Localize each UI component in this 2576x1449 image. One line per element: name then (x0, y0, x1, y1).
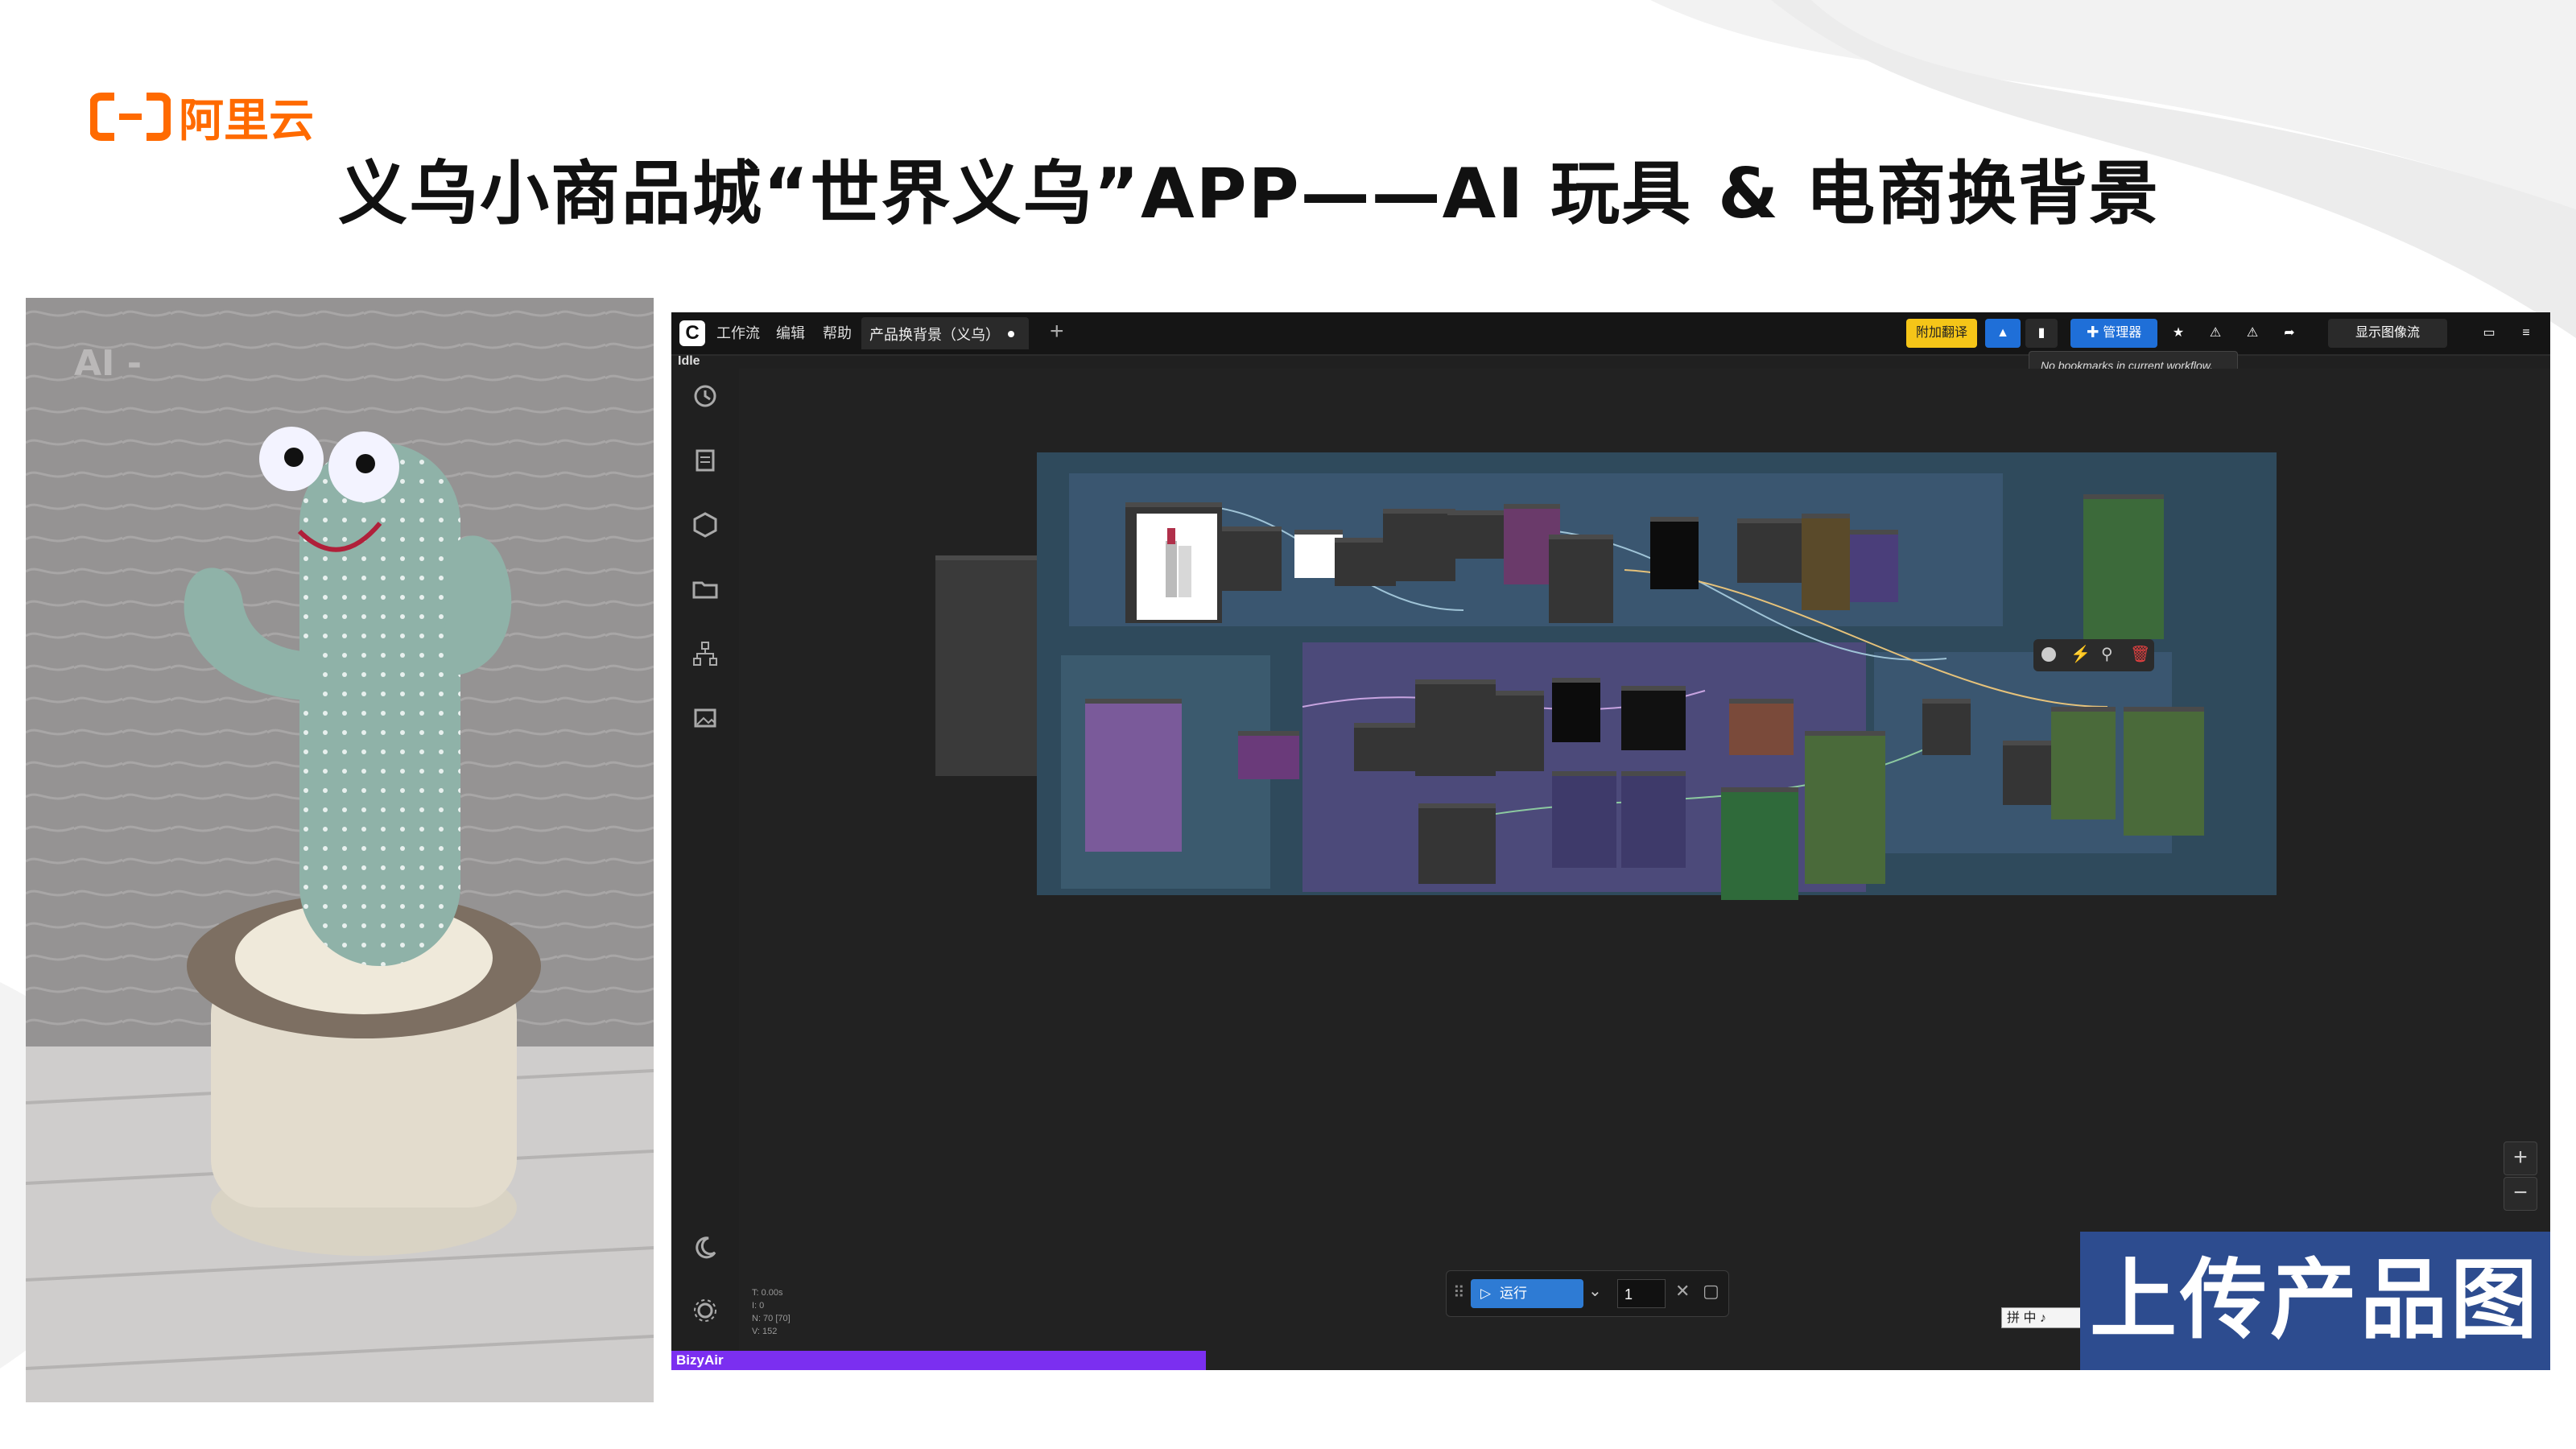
graph-node[interactable] (1447, 510, 1512, 559)
left-sidebar (671, 369, 740, 1370)
add-tab-icon[interactable]: + (1050, 317, 1064, 346)
translate-button[interactable]: 附加翻译 (1906, 319, 1977, 348)
graph-node[interactable] (1621, 771, 1686, 868)
bypass-icon[interactable]: ⚡ (2070, 644, 2091, 664)
canvas-stats: T: 0.00s I: 0 N: 70 [70] V: 152 (752, 1286, 791, 1338)
stat-items: I: 0 (752, 1301, 765, 1311)
color-picker-icon[interactable] (2041, 647, 2056, 662)
drag-handle-icon[interactable]: ⠿ (1453, 1282, 1465, 1302)
share-icon[interactable]: ➦ (2273, 319, 2306, 348)
top-menu-bar: C 工作流 编辑 帮助 产品换背景（义乌） + 附加翻译 ▲ ▮ ✚ 管理器 ★… (671, 312, 2550, 356)
node-wires (1189, 505, 2108, 820)
graph-node[interactable] (1383, 509, 1455, 581)
panel-toggle-icon[interactable]: ▭ (2475, 319, 2504, 348)
graph-node[interactable] (1496, 691, 1544, 771)
lipstick-thumbnail (1137, 514, 1217, 620)
menu-help[interactable]: 帮助 (823, 322, 852, 345)
batch-count-input[interactable]: 1 (1617, 1279, 1666, 1308)
cactus-toy-image (26, 298, 654, 1402)
bizyair-icon[interactable]: ▲ (1985, 319, 2021, 348)
slide-title: 义乌小商品城“世界义乌”APP——AI 玩具 & 电商换背景 (338, 154, 2161, 234)
aliyun-logo-icon (90, 93, 171, 141)
run-mode-chevron-icon[interactable]: ⌄ (1588, 1281, 1602, 1301)
zoom-in-icon[interactable]: + (2504, 1141, 2537, 1175)
node-selection-toolbar: ⚡ ⚲ 🗑 (2033, 639, 2154, 671)
photo-watermark: AI - (74, 343, 142, 384)
play-icon: ▷ (1480, 1286, 1492, 1301)
theme-moon-icon[interactable] (689, 1232, 721, 1264)
result-image-node[interactable] (2124, 707, 2204, 836)
manager-button[interactable]: ✚ 管理器 (2070, 319, 2157, 348)
workflow-tab[interactable]: 产品换背景（义乌） (861, 317, 1029, 349)
preview-image-node[interactable] (1085, 699, 1182, 852)
run-label: 运行 (1500, 1286, 1527, 1301)
app-logo[interactable]: C (679, 320, 705, 346)
graph-node[interactable] (1729, 699, 1794, 755)
stop-icon[interactable]: ▢ (1703, 1281, 1719, 1302)
stat-vertices: V: 152 (752, 1327, 778, 1336)
show-image-flow-button[interactable]: 显示图像流 (2328, 319, 2447, 348)
history-icon[interactable] (689, 380, 721, 412)
manager-label: 管理器 (2103, 326, 2142, 340)
graph-node[interactable] (1922, 699, 1971, 755)
graph-node[interactable] (1222, 526, 1282, 591)
graph-node[interactable] (1721, 787, 1798, 900)
mask-node[interactable] (1621, 686, 1686, 750)
queue-status: Idle (678, 354, 700, 368)
cancel-run-icon[interactable]: ✕ (1675, 1281, 1690, 1302)
node-icon-a[interactable]: ⚠ (2199, 319, 2231, 348)
hamburger-menu-icon[interactable]: ≡ (2512, 319, 2541, 348)
workflow-tab-label: 产品换背景（义乌） (869, 327, 1000, 343)
mask-output-node[interactable] (1650, 517, 1699, 589)
menu-edit[interactable]: 编辑 (776, 322, 805, 345)
graph-node[interactable] (1737, 518, 1810, 583)
stat-time: T: 0.00s (752, 1288, 783, 1298)
queue-icon[interactable] (689, 444, 721, 477)
star-icon[interactable]: ★ (2162, 319, 2194, 348)
mask-node[interactable] (1552, 678, 1600, 742)
graph-node[interactable] (1549, 535, 1613, 623)
result-image-node[interactable] (2083, 494, 2164, 639)
graph-node[interactable] (1802, 514, 1850, 610)
graph-node[interactable] (1850, 530, 1898, 602)
image-gallery-icon[interactable] (689, 702, 721, 734)
pin-icon[interactable]: ⚲ (2101, 644, 2113, 664)
unsaved-dot-icon (1008, 331, 1014, 337)
aliyun-logo-text: 阿里云 (179, 94, 314, 147)
graph-node[interactable] (1415, 679, 1496, 776)
aliyun-logo: 阿里云 (90, 89, 314, 147)
stat-nodes: N: 70 [70] (752, 1314, 791, 1323)
node-icon-b[interactable]: ⚠ (2236, 319, 2268, 348)
caption-banner: 上传产品图 (2080, 1232, 2550, 1370)
graph-node[interactable] (1552, 771, 1616, 868)
graph-node[interactable] (1418, 803, 1496, 884)
settings-gear-icon[interactable] (689, 1294, 721, 1327)
node-graph-canvas[interactable]: ⚡ ⚲ 🗑 (739, 369, 2550, 1370)
zoom-out-icon[interactable]: − (2504, 1177, 2537, 1211)
workflows-icon[interactable] (689, 573, 721, 605)
run-toolbar: ⠿ ▷ 运行 ⌄ 1 ✕ ▢ (1446, 1270, 1729, 1317)
menu-workflow[interactable]: 工作流 (716, 322, 760, 345)
graph-node[interactable] (1354, 723, 1418, 771)
node-map-icon[interactable] (689, 638, 721, 670)
run-button[interactable]: ▷ 运行 (1471, 1279, 1583, 1308)
bookmark-icon[interactable]: ▮ (2025, 319, 2058, 348)
puzzle-icon: ✚ (2086, 326, 2103, 340)
model-library-icon[interactable] (689, 509, 721, 541)
bizyair-panel-bar[interactable]: BizyAir (671, 1351, 1206, 1370)
comfyui-window: C 工作流 编辑 帮助 产品换背景（义乌） + 附加翻译 ▲ ▮ ✚ 管理器 ★… (671, 312, 2550, 1370)
result-image-node[interactable] (2051, 707, 2116, 819)
result-image-node[interactable] (1805, 731, 1885, 884)
product-photo: AI - (26, 298, 654, 1402)
delete-icon[interactable]: 🗑 (2130, 644, 2150, 664)
graph-node[interactable] (1238, 731, 1299, 779)
